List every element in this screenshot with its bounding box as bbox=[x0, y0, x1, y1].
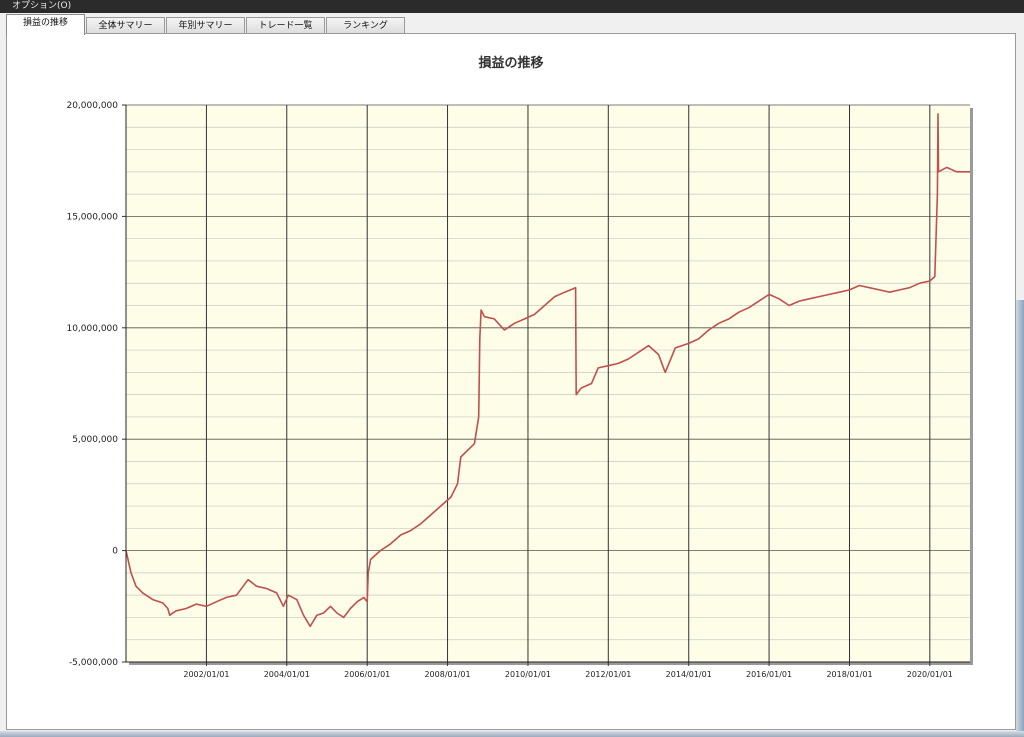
tab-profit-loss-trend[interactable]: 損益の推移 bbox=[6, 14, 85, 35]
x-tick-label: 2004/01/01 bbox=[264, 670, 310, 679]
y-tick-label: 0 bbox=[112, 547, 118, 557]
x-tick-label: 2020/01/01 bbox=[907, 670, 953, 679]
y-tick-label: 20,000,000 bbox=[66, 101, 118, 111]
y-tick-label: 15,000,000 bbox=[66, 212, 118, 222]
y-tick-label: -5,000,000 bbox=[69, 658, 118, 668]
profit-loss-chart: 損益の推移 -5,000,000 0 5,000,000 10,000,000 15,0… bbox=[66, 55, 973, 679]
x-tick-label: 2002/01/01 bbox=[183, 670, 229, 679]
x-tick-label: 2016/01/01 bbox=[746, 670, 792, 679]
y-tick-label: 10,000,000 bbox=[66, 324, 118, 334]
x-tick-label: 2010/01/01 bbox=[505, 670, 551, 679]
x-tick-label: 2008/01/01 bbox=[424, 670, 470, 679]
chart-title: 損益の推移 bbox=[478, 55, 543, 71]
x-tick-label: 2018/01/01 bbox=[826, 670, 872, 679]
x-tick-label: 2006/01/01 bbox=[344, 670, 390, 679]
taskbar-edge bbox=[0, 731, 1024, 737]
plot-area bbox=[126, 105, 970, 662]
x-tick-label: 2012/01/01 bbox=[585, 670, 631, 679]
background-window-edge bbox=[1016, 300, 1024, 737]
y-tick-label: 5,000,000 bbox=[72, 435, 118, 445]
y-axis-ticks: -5,000,000 0 5,000,000 10,000,000 15,000,000… bbox=[66, 101, 126, 668]
x-tick-label: 2014/01/01 bbox=[666, 670, 712, 679]
